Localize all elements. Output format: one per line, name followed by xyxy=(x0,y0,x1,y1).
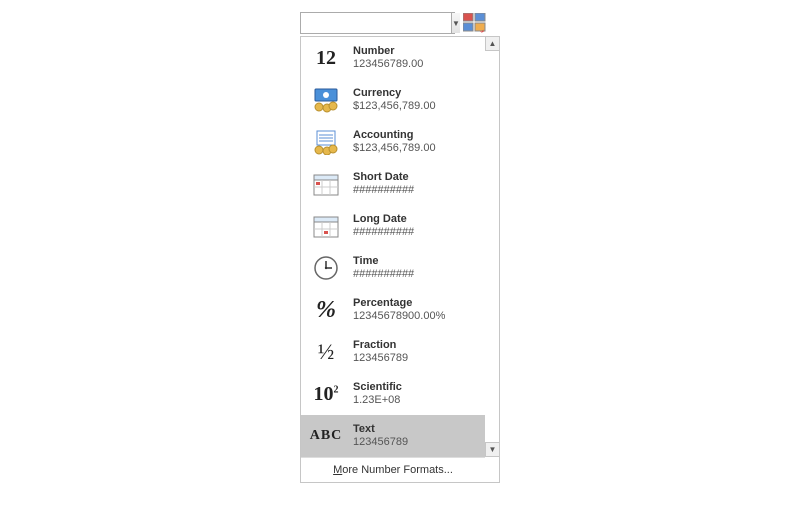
svg-text:≠: ≠ xyxy=(480,28,485,33)
scientific-icon: 102 xyxy=(309,379,343,409)
format-sample: $123,456,789.00 xyxy=(353,100,436,113)
format-item-long-date[interactable]: Long Date ########## xyxy=(301,205,485,247)
format-sample: 123456789.00 xyxy=(353,58,423,71)
format-item-number[interactable]: 12 Number 123456789.00 xyxy=(301,37,485,79)
format-item-fraction[interactable]: ½ Fraction 123456789 xyxy=(301,331,485,373)
format-label: Scientific xyxy=(353,381,402,394)
format-item-time[interactable]: Time ########## xyxy=(301,247,485,289)
format-item-currency[interactable]: Currency $123,456,789.00 xyxy=(301,79,485,121)
format-item-text[interactable]: ABC Text 123456789 xyxy=(301,415,485,457)
format-label: Currency xyxy=(353,87,436,100)
fraction-icon: ½ xyxy=(309,337,343,367)
text-icon: ABC xyxy=(309,421,343,451)
format-sample: $123,456,789.00 xyxy=(353,142,436,155)
format-text: Accounting $123,456,789.00 xyxy=(353,129,436,155)
scroll-up-button[interactable]: ▲ xyxy=(485,36,500,51)
scroll-down-button[interactable]: ▼ xyxy=(485,442,500,457)
format-item-short-date[interactable]: Short Date ########## xyxy=(301,163,485,205)
format-label: Fraction xyxy=(353,339,408,352)
format-label: Short Date xyxy=(353,171,414,184)
format-item-accounting[interactable]: Accounting $123,456,789.00 xyxy=(301,121,485,163)
format-item-percentage[interactable]: % Percentage 12345678900.00% xyxy=(301,289,485,331)
format-label: Time xyxy=(353,255,414,268)
conditional-formatting-icon[interactable]: ≠ xyxy=(461,12,489,34)
format-text: Currency $123,456,789.00 xyxy=(353,87,436,113)
format-label: Number xyxy=(353,45,423,58)
format-text: Scientific 1.23E+08 xyxy=(353,381,402,407)
long-date-icon xyxy=(309,211,343,241)
more-formats-rest: ore Number Formats... xyxy=(342,464,453,476)
time-icon xyxy=(309,253,343,283)
number-format-input[interactable] xyxy=(301,13,451,33)
format-text: Number 123456789.00 xyxy=(353,45,423,71)
format-label: Percentage xyxy=(353,297,445,310)
short-date-icon xyxy=(309,169,343,199)
format-text: Percentage 12345678900.00% xyxy=(353,297,445,323)
format-text: Fraction 123456789 xyxy=(353,339,408,365)
format-sample: 12345678900.00% xyxy=(353,310,445,323)
number-format-combo[interactable]: ▼ xyxy=(300,12,455,34)
format-label: Accounting xyxy=(353,129,436,142)
format-sample: 123456789 xyxy=(353,352,408,365)
format-label: Text xyxy=(353,423,408,436)
dropdown-arrow-icon[interactable]: ▼ xyxy=(451,13,460,33)
more-number-formats[interactable]: More Number Formats... xyxy=(301,457,485,482)
currency-icon xyxy=(309,85,343,115)
format-text: Short Date ########## xyxy=(353,171,414,197)
format-sample: ########## xyxy=(353,226,414,239)
number-icon: 12 xyxy=(309,43,343,73)
header-row: ▼ ≠ xyxy=(300,12,515,34)
format-text: Text 123456789 xyxy=(353,423,408,449)
more-formats-accel: M xyxy=(333,464,342,476)
format-item-scientific[interactable]: 102 Scientific 1.23E+08 xyxy=(301,373,485,415)
format-sample: ########## xyxy=(353,268,414,281)
accounting-icon xyxy=(309,127,343,157)
number-format-panel: ▼ ≠ ▲ 12 Number 123456789.00 xyxy=(300,12,515,483)
format-sample: 1.23E+08 xyxy=(353,394,402,407)
number-format-list: ▲ 12 Number 123456789.00 Currency $12 xyxy=(300,36,500,483)
format-text: Time ########## xyxy=(353,255,414,281)
format-sample: 123456789 xyxy=(353,436,408,449)
percentage-icon: % xyxy=(309,295,343,325)
format-sample: ########## xyxy=(353,184,414,197)
format-label: Long Date xyxy=(353,213,414,226)
format-text: Long Date ########## xyxy=(353,213,414,239)
